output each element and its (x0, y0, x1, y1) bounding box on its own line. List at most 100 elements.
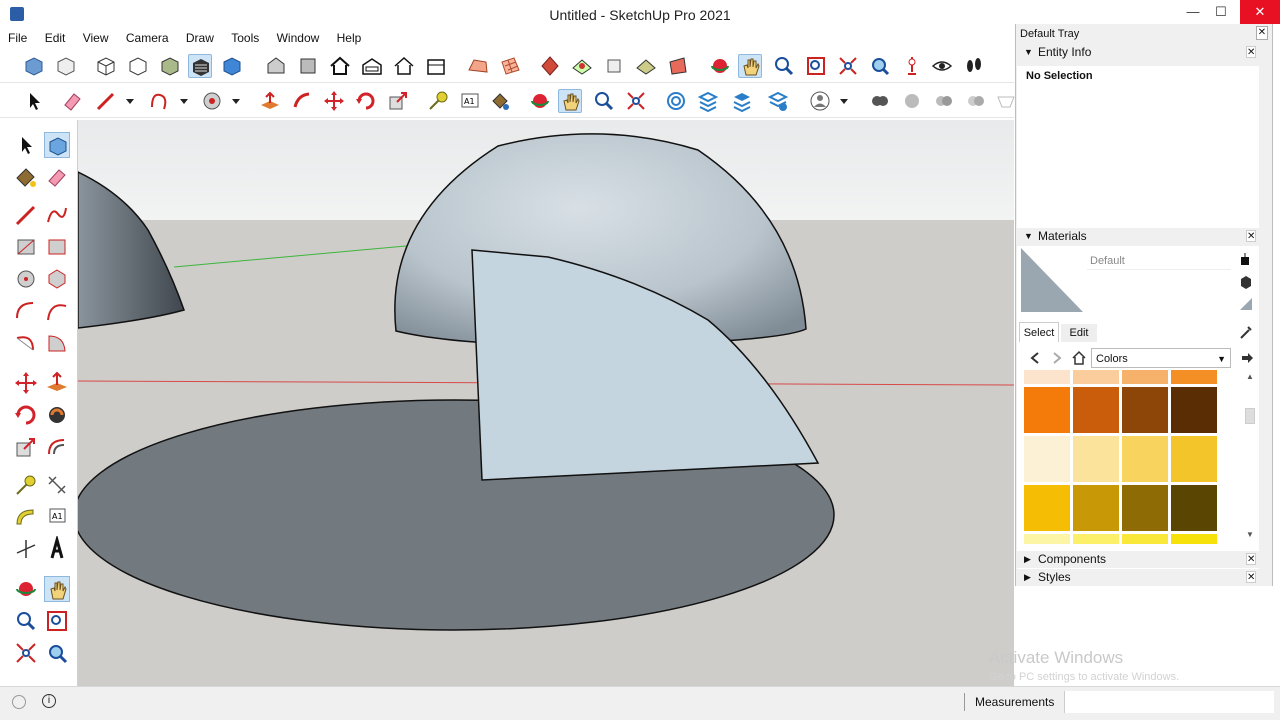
3d-text-icon[interactable] (44, 536, 70, 562)
line-tool-icon[interactable] (94, 89, 118, 113)
push-pull-icon[interactable] (44, 370, 70, 396)
back-view-icon[interactable] (392, 54, 416, 78)
arc-tool-icon[interactable] (148, 89, 172, 113)
push-pull-tool-icon[interactable] (258, 89, 282, 113)
paint-bucket-icon[interactable] (13, 164, 39, 190)
material-swatch[interactable] (1122, 370, 1168, 384)
materials-close-icon[interactable]: ✕ (1246, 230, 1256, 242)
tray-close-button[interactable]: ✕ (1256, 26, 1268, 40)
styles-header[interactable]: ▶ Styles ✕ (1016, 569, 1272, 586)
maximize-button[interactable]: ☐ (1206, 0, 1236, 24)
solid-outer-shell-icon[interactable] (900, 89, 924, 113)
zoom-extents-tool-icon[interactable] (624, 89, 648, 113)
zoom-left-icon[interactable] (13, 608, 39, 634)
material-swatch[interactable] (1171, 387, 1217, 433)
flip-edge-icon[interactable] (666, 54, 690, 78)
library-select[interactable]: Colors ▼ (1091, 348, 1231, 368)
entity-info-header[interactable]: ▼ Entity Info ✕ (1016, 44, 1272, 61)
arc-dropdown-icon[interactable] (172, 89, 196, 113)
position-camera-icon[interactable] (900, 54, 924, 78)
material-swatch[interactable] (1122, 436, 1168, 482)
material-swatch[interactable] (1073, 436, 1119, 482)
front-view-icon[interactable] (328, 54, 352, 78)
material-swatch[interactable] (1024, 534, 1070, 544)
measurements-input[interactable] (1064, 691, 1274, 713)
text-tool-icon[interactable]: A1 (458, 89, 482, 113)
rotated-rectangle-icon[interactable] (44, 234, 70, 260)
text-icon[interactable]: A1 (44, 504, 70, 530)
eraser-icon[interactable] (44, 164, 70, 190)
tape-measure-icon[interactable] (13, 472, 39, 498)
material-swatch[interactable] (1024, 436, 1070, 482)
scale-icon[interactable] (13, 434, 39, 460)
create-material-icon[interactable] (1238, 274, 1254, 290)
swatch-scrollbar[interactable]: ▲ ▼ (1243, 370, 1257, 544)
scroll-down-icon[interactable]: ▼ (1246, 530, 1254, 539)
two-point-arc-icon[interactable] (44, 298, 70, 324)
menu-draw[interactable]: Draw (180, 30, 220, 46)
freehand-icon[interactable] (44, 202, 70, 228)
scroll-up-icon[interactable]: ▲ (1246, 372, 1254, 381)
stamp-icon[interactable] (570, 54, 594, 78)
3d-warehouse-icon[interactable] (664, 89, 688, 113)
shapes-tool-icon[interactable] (200, 89, 224, 113)
rotate-icon[interactable] (13, 402, 39, 428)
make-component-icon[interactable] (44, 132, 70, 158)
iso-view-icon[interactable] (264, 54, 288, 78)
material-swatch[interactable] (1024, 370, 1070, 384)
menu-tools[interactable]: Tools (225, 30, 265, 46)
display-secondary-pane-icon[interactable] (1238, 252, 1252, 266)
solid-union-icon[interactable] (868, 89, 892, 113)
scroll-thumb[interactable] (1245, 408, 1255, 424)
follow-me-tool-icon[interactable] (290, 89, 314, 113)
material-swatch[interactable] (1024, 485, 1070, 531)
components-header[interactable]: ▶ Components ✕ (1016, 551, 1272, 568)
layout-send-icon[interactable] (730, 89, 754, 113)
dimension-icon[interactable] (44, 472, 70, 498)
arc-icon[interactable] (13, 298, 39, 324)
material-swatch[interactable] (1171, 436, 1217, 482)
offset-icon[interactable] (44, 434, 70, 460)
sandbox-from-scratch-icon[interactable] (498, 54, 522, 78)
three-point-arc-icon[interactable] (13, 330, 39, 356)
tape-measure-tool-icon[interactable] (426, 89, 450, 113)
zoom-extents-icon[interactable] (836, 54, 860, 78)
extension-warehouse-icon[interactable] (696, 89, 720, 113)
entity-info-close-icon[interactable]: ✕ (1246, 46, 1256, 58)
add-detail-icon[interactable] (634, 54, 658, 78)
orbit-tool-icon[interactable] (528, 89, 552, 113)
tab-select[interactable]: Select (1019, 322, 1059, 342)
drape-icon[interactable] (602, 54, 626, 78)
paint-bucket-tool-icon[interactable] (488, 89, 512, 113)
material-swatch[interactable] (1122, 485, 1168, 531)
shaded-style-icon[interactable] (158, 54, 182, 78)
minimize-button[interactable]: — (1178, 0, 1208, 24)
menu-edit[interactable]: Edit (39, 30, 72, 46)
material-swatch[interactable] (1171, 485, 1217, 531)
rectangle-icon[interactable] (13, 234, 39, 260)
previous-left-icon[interactable] (44, 640, 70, 666)
orbit-left-icon[interactable] (13, 576, 39, 602)
material-swatch[interactable] (1122, 387, 1168, 433)
material-swatch[interactable] (1171, 370, 1217, 384)
details-arrow-icon[interactable] (1239, 350, 1255, 366)
pan-icon[interactable] (738, 54, 762, 78)
default-material-icon[interactable] (1238, 296, 1254, 312)
material-swatch[interactable] (1073, 387, 1119, 433)
components-close-icon[interactable]: ✕ (1246, 553, 1256, 565)
orbit-icon[interactable] (708, 54, 732, 78)
materials-header[interactable]: ▼ Materials ✕ (1016, 228, 1272, 245)
zoom-window-left-icon[interactable] (44, 608, 70, 634)
menu-help[interactable]: Help (331, 30, 368, 46)
material-swatch[interactable] (1073, 370, 1119, 384)
material-swatch[interactable] (1073, 534, 1119, 544)
previous-view-icon[interactable] (868, 54, 892, 78)
monochrome-style-icon[interactable] (220, 54, 244, 78)
right-view-icon[interactable] (360, 54, 384, 78)
back-edges-style-icon[interactable] (54, 54, 78, 78)
solid-subtract-icon[interactable] (964, 89, 988, 113)
menu-file[interactable]: File (2, 30, 33, 46)
current-material-swatch[interactable] (1021, 248, 1083, 312)
polygon-icon[interactable] (44, 266, 70, 292)
instructor-info-icon[interactable]: i (42, 694, 56, 708)
